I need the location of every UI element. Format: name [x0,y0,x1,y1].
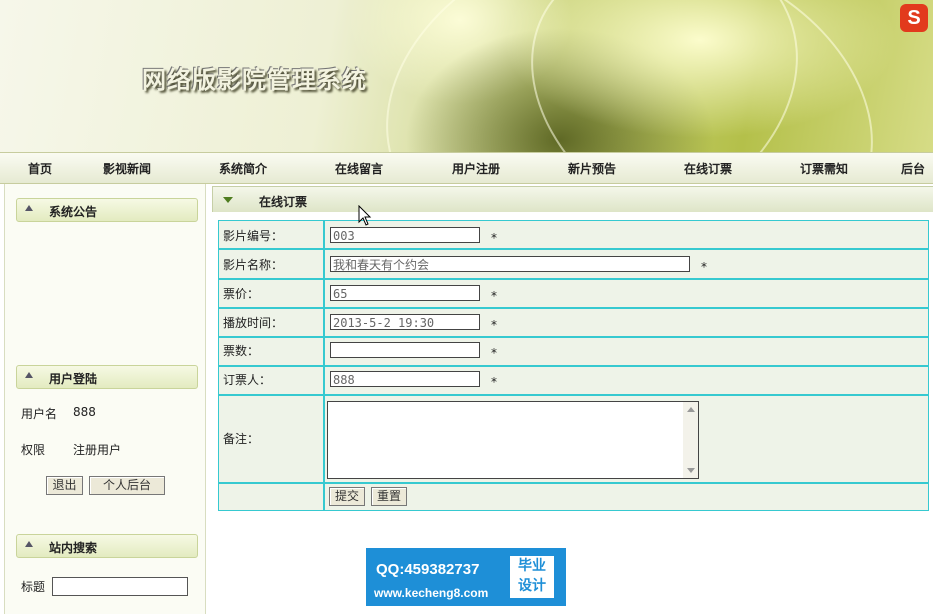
notice-section-header: 系统公告 [16,198,198,222]
nav-item-about[interactable]: 系统简介 [219,160,267,177]
username-value: 888 [73,405,96,419]
film-name-input[interactable]: 我和春天有个约会 [330,256,690,272]
sogou-logo-icon: S [900,4,928,32]
textarea-scrollbar[interactable] [683,402,698,478]
form-row-remark: 备注： [218,395,929,483]
collapse-triangle-icon [25,372,33,378]
nav-item-previews[interactable]: 新片预告 [568,160,616,177]
film-name-label: 影片名称： [223,258,284,272]
role-value: 注册用户 [73,443,122,457]
price-input[interactable]: 65 [330,285,480,301]
watermark-badge-line1: 毕业 [518,558,546,574]
form-row-booker: 订票人： 888 * [218,366,929,395]
remark-label: 备注： [223,432,260,446]
mouse-cursor-icon [358,205,372,226]
booker-label: 订票人： [223,373,272,387]
nav-item-booking[interactable]: 在线订票 [684,160,732,177]
login-section-title: 用户登陆 [49,372,98,386]
booking-form: 影片编号： 003 * 影片名称： 我和春天有个约会 * 票价： 65 * 播放… [212,212,933,614]
collapse-triangle-icon [25,541,33,547]
price-label: 票价： [223,287,260,301]
booking-section-title: 在线订票 [259,195,308,209]
nav-item-register[interactable]: 用户注册 [452,160,500,177]
booker-input[interactable]: 888 [330,371,480,387]
nav-item-messages[interactable]: 在线留言 [335,160,383,177]
form-row-price: 票价： 65 * [218,279,929,308]
collapse-triangle-icon [25,205,33,211]
required-mark: * [701,260,707,274]
nav-item-admin[interactable]: 后台 [901,160,925,177]
personal-center-button[interactable]: 个人后台 [89,476,165,495]
remark-textarea[interactable] [327,401,699,479]
nav-item-news[interactable]: 影视新闻 [103,160,151,177]
scroll-up-arrow-icon[interactable] [687,407,695,412]
logout-button[interactable]: 退出 [46,476,83,495]
ticket-count-label: 票数： [223,344,260,358]
form-row-showtime: 播放时间： 2013-5-2 19:30 * [218,308,929,337]
form-row-ticket-count: 票数： * [218,337,929,366]
form-row-film-name: 影片名称： 我和春天有个约会 * [218,249,929,279]
role-label: 权限 [21,443,46,457]
form-row-film-id: 影片编号： 003 * [218,220,929,249]
watermark-url: www.kecheng8.com [374,586,489,600]
ticket-count-input[interactable] [330,342,480,358]
search-section-header: 站内搜索 [16,534,198,558]
submit-button[interactable]: 提交 [329,487,365,506]
watermark-banner: QQ:459382737 www.kecheng8.com 毕业 设计 [366,548,566,606]
film-id-label: 影片编号： [223,229,284,243]
watermark-badge-line2: 设计 [518,578,546,594]
required-mark: * [491,346,497,360]
username-label: 用户名 [21,407,58,421]
watermark-qq: QQ:459382737 [376,561,480,578]
required-mark: * [491,289,497,303]
main-nav: 首页 影视新闻 系统简介 在线留言 用户注册 新片预告 在线订票 订票需知 后台 [0,152,933,184]
search-section-title: 站内搜索 [49,541,98,555]
notice-section-title: 系统公告 [49,205,98,219]
required-mark: * [491,375,497,389]
login-section-header: 用户登陆 [16,365,198,389]
search-title-input[interactable] [52,577,188,596]
watermark-badge: 毕业 设计 [510,556,554,598]
film-id-input[interactable]: 003 [330,227,480,243]
booking-section-header: 在线订票 [212,186,933,214]
page-title: 网络版影院管理系统 [142,65,367,94]
nav-item-booking-notice[interactable]: 订票需知 [800,160,848,177]
search-title-label: 标题 [21,580,46,594]
header-banner: 网络版影院管理系统 S [0,0,933,152]
reset-button[interactable]: 重置 [371,487,407,506]
required-mark: * [491,318,497,332]
form-row-actions: 提交 重置 [218,483,929,511]
nav-item-home[interactable]: 首页 [28,160,52,177]
scroll-down-arrow-icon[interactable] [687,468,695,473]
showtime-label: 播放时间： [223,316,284,330]
showtime-input[interactable]: 2013-5-2 19:30 [330,314,480,330]
expand-triangle-icon [223,197,233,203]
required-mark: * [491,231,497,245]
